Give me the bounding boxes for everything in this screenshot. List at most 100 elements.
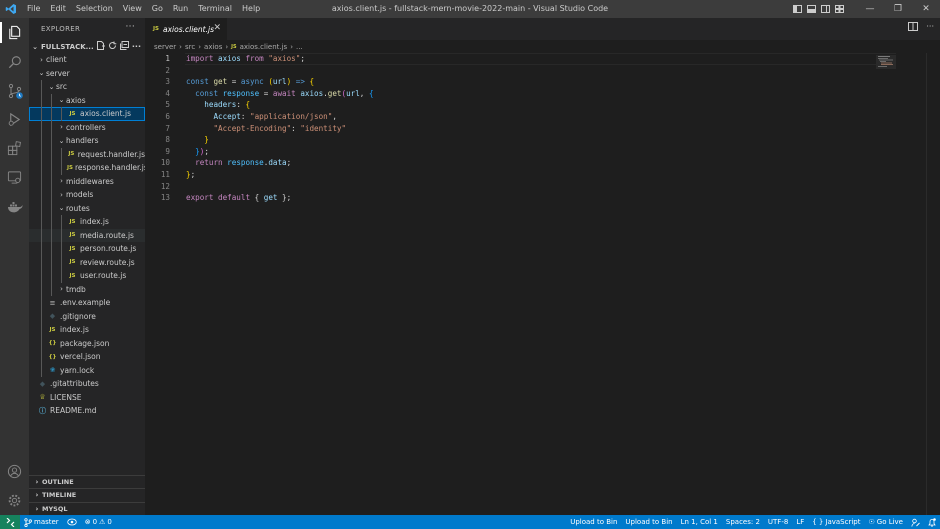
tree-folder[interactable]: › middlewares	[29, 174, 145, 188]
tree-file[interactable]: JS index.js	[29, 323, 145, 337]
breadcrumb-axios[interactable]: axios	[204, 43, 222, 51]
tree-folder[interactable]: ⌄ server	[29, 67, 145, 81]
chevron-right-icon: ›	[60, 123, 63, 132]
timeline-panel-header[interactable]: › TIMELINE	[29, 488, 145, 502]
collapse-all-icon[interactable]	[119, 41, 129, 52]
chevron-down-icon: ⌄	[48, 82, 55, 91]
upload-to-bin-button-2[interactable]: Upload to Bin	[621, 515, 676, 529]
branch-icon	[24, 517, 32, 527]
indentation[interactable]: Spaces: 2	[722, 515, 764, 529]
close-tab-icon[interactable]: ✕	[213, 23, 221, 33]
minimap[interactable]	[876, 55, 896, 69]
tree-item-label: person.route.js	[80, 244, 137, 254]
explorer-icon[interactable]	[0, 18, 29, 47]
tree-file[interactable]: JS request.handler.js	[29, 147, 145, 161]
tree-file[interactable]: ◆ .gitignore	[29, 309, 145, 323]
chevron-right-icon: ›	[198, 42, 202, 51]
minimize-icon[interactable]: —	[856, 0, 884, 18]
menu-go[interactable]: Go	[147, 0, 168, 18]
menu-edit[interactable]: Edit	[45, 0, 71, 18]
editor-tab-axios-client[interactable]: JS axios.client.js ✕	[145, 18, 227, 40]
customize-layout-icon[interactable]	[832, 0, 846, 18]
tree-folder[interactable]: ⌄ src	[29, 80, 145, 94]
toggle-sidebar-icon[interactable]	[790, 0, 804, 18]
editor-more-icon[interactable]: ···	[926, 22, 934, 33]
menu-help[interactable]: Help	[237, 0, 265, 18]
tree-file[interactable]: {} vercel.json	[29, 350, 145, 364]
language-mode[interactable]: { } JavaScript	[808, 515, 864, 529]
remote-indicator-icon[interactable]	[0, 515, 20, 529]
account-icon[interactable]	[0, 457, 29, 486]
tree-folder[interactable]: › models	[29, 188, 145, 202]
tree-file[interactable]: ≡ .env.example	[29, 296, 145, 310]
tree-folder[interactable]: ⌄ handlers	[29, 134, 145, 148]
docker-icon[interactable]	[0, 192, 29, 221]
workspace-folder-header[interactable]: ⌄ FULLSTACK... ···	[29, 40, 145, 53]
feedback-icon[interactable]	[907, 518, 924, 527]
branch-status[interactable]: master	[20, 515, 63, 529]
settings-gear-icon[interactable]	[0, 486, 29, 515]
tree-item-label: LICENSE	[50, 392, 82, 402]
notifications-bell-icon[interactable]	[924, 517, 940, 527]
restore-icon[interactable]: ❐	[884, 0, 912, 18]
folder-more-icon[interactable]: ···	[132, 42, 141, 51]
tree-file[interactable]: JS user.route.js	[29, 269, 145, 283]
menu-view[interactable]: View	[118, 0, 147, 18]
tree-file[interactable]: JS response.handler.js	[29, 161, 148, 175]
menu-selection[interactable]: Selection	[71, 0, 118, 18]
end-of-line[interactable]: LF	[792, 515, 808, 529]
tree-item-label: src	[56, 82, 67, 92]
tree-file[interactable]: ⓘ README.md	[29, 404, 145, 418]
tree-item-label: index.js	[80, 217, 109, 227]
tree-file[interactable]: JS review.route.js	[29, 255, 145, 269]
tree-file[interactable]: JS media.route.js	[29, 228, 145, 242]
tree-file[interactable]: {} package.json	[29, 336, 145, 350]
menu-file[interactable]: File	[22, 0, 45, 18]
refresh-icon[interactable]	[108, 41, 117, 52]
tree-folder[interactable]: ⌄ routes	[29, 201, 145, 215]
tree-folder[interactable]: › client	[29, 53, 145, 67]
source-control-icon[interactable]	[0, 76, 29, 105]
close-window-icon[interactable]: ✕	[912, 0, 940, 18]
split-editor-icon[interactable]	[908, 22, 919, 33]
tree-file[interactable]: ❀ yarn.lock	[29, 363, 145, 377]
remote-explorer-icon[interactable]	[0, 163, 29, 192]
problems-status[interactable]: ⊗ 0 ⚠ 0	[81, 515, 116, 529]
breadcrumb-file[interactable]: axios.client.js	[240, 43, 288, 51]
tree-file[interactable]: JS index.js	[29, 215, 145, 229]
encoding[interactable]: UTF-8	[764, 515, 792, 529]
tree-folder[interactable]: › controllers	[29, 120, 145, 134]
code-editor[interactable]: 1 import axios from "axios"; 2 3 const get =…	[145, 53, 940, 515]
toggle-panel-icon[interactable]	[804, 0, 818, 18]
tree-file[interactable]: ♕ LICENSE	[29, 391, 145, 405]
toggle-secondary-sidebar-icon[interactable]	[818, 0, 832, 18]
menu-terminal[interactable]: Terminal	[193, 0, 237, 18]
vertical-scrollbar[interactable]	[926, 53, 940, 515]
breadcrumb-symbol[interactable]: ...	[296, 43, 303, 51]
extensions-icon[interactable]	[0, 134, 29, 163]
outline-label: OUTLINE	[42, 477, 74, 486]
tree-file[interactable]: JS axios.client.js	[29, 107, 145, 121]
live-share-icon[interactable]	[63, 518, 81, 526]
breadcrumb-server[interactable]: server	[154, 43, 176, 51]
tree-item-label: media.route.js	[80, 230, 134, 240]
search-icon[interactable]	[0, 47, 29, 76]
tree-folder[interactable]: ⌄ axios	[29, 93, 145, 107]
mysql-panel-header[interactable]: › MYSQL	[29, 501, 145, 516]
tree-file[interactable]: JS person.route.js	[29, 242, 145, 256]
run-debug-icon[interactable]	[0, 105, 29, 134]
cursor-position[interactable]: Ln 1, Col 1	[677, 515, 722, 529]
tree-folder[interactable]: › tmdb	[29, 282, 145, 296]
tab-label: axios.client.js	[163, 24, 214, 34]
code-text: import axios from "axios";	[186, 53, 305, 65]
breadcrumb-src[interactable]: src	[185, 43, 195, 51]
outline-panel-header[interactable]: › OUTLINE	[29, 474, 145, 489]
tree-file[interactable]: ◆ .gitattributes	[29, 377, 145, 391]
upload-to-bin-button-1[interactable]: Upload to Bin	[566, 515, 621, 529]
indent-guide	[61, 269, 62, 283]
menu-run[interactable]: Run	[168, 0, 193, 18]
new-file-icon[interactable]	[96, 41, 105, 52]
go-live-button[interactable]: ☉ Go Live	[864, 515, 907, 529]
more-actions-icon[interactable]: ···	[126, 22, 135, 32]
code-token: await	[272, 88, 296, 98]
